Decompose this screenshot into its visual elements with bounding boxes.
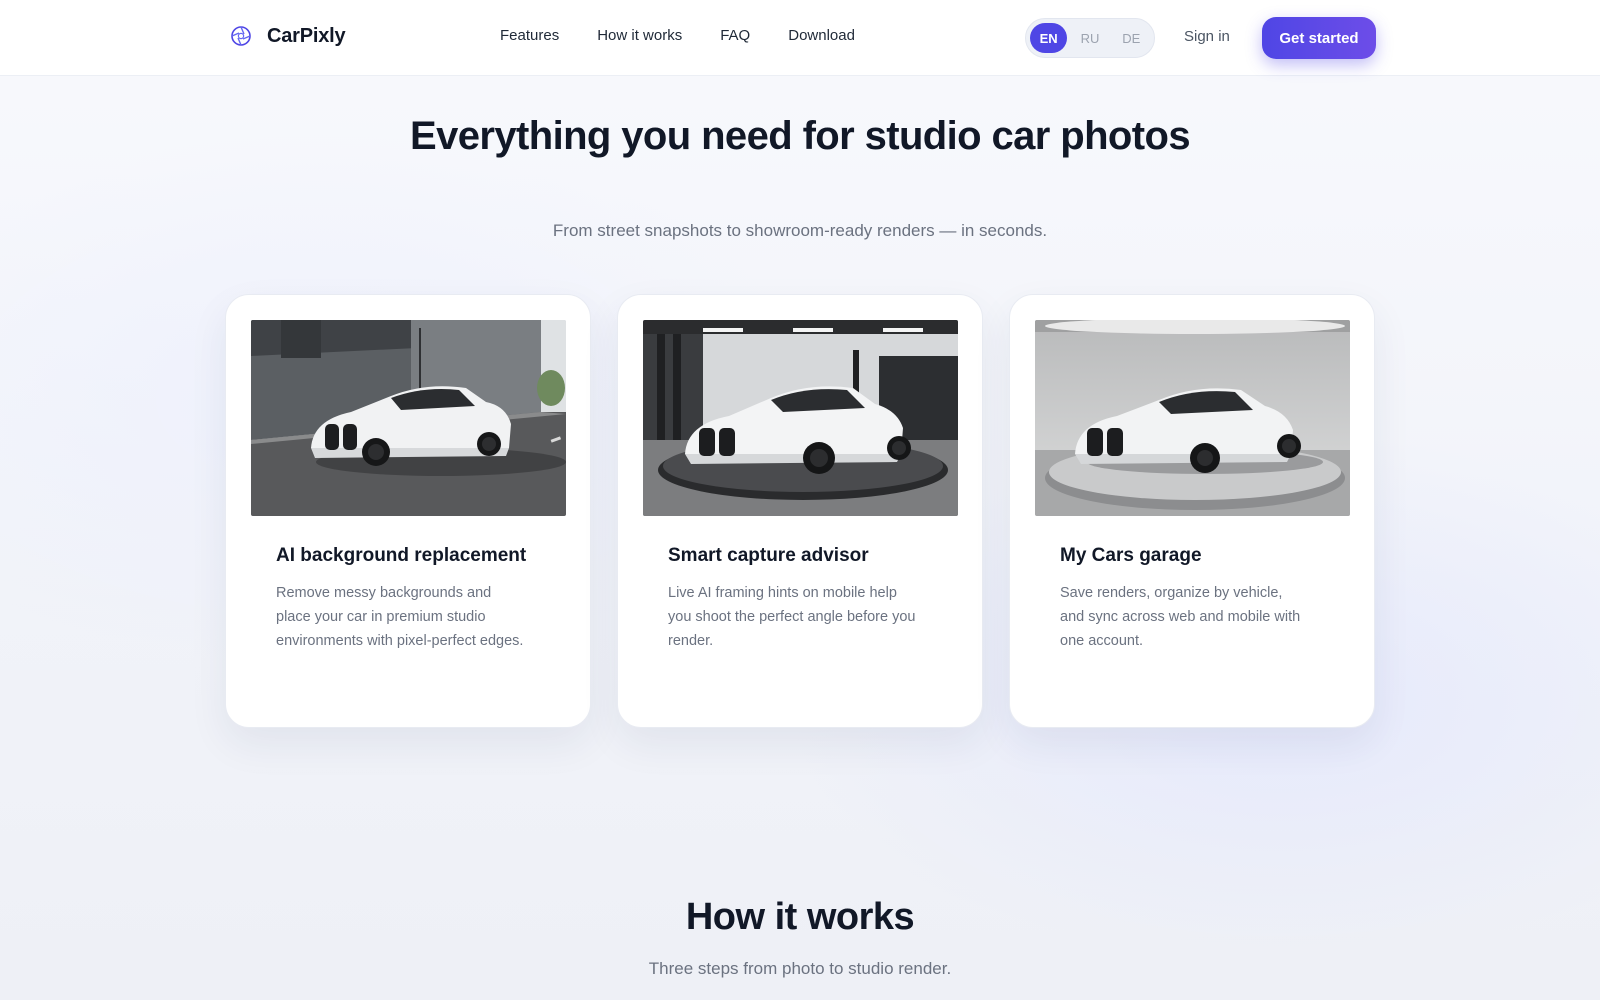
feature-description: Live AI framing hints on mobile help you… bbox=[668, 585, 916, 649]
nav-how-it-works[interactable]: How it works bbox=[597, 27, 682, 44]
nav-faq[interactable]: FAQ bbox=[720, 27, 750, 44]
white-coupe-street-photo bbox=[251, 320, 566, 516]
brand-name: CarPixly bbox=[267, 24, 346, 47]
feature-title: Smart capture advisor bbox=[668, 545, 869, 566]
features-section-title: Everything you need for studio car photo… bbox=[410, 114, 1191, 158]
white-coupe-studio-render-photo bbox=[1035, 320, 1350, 516]
sign-in-link[interactable]: Sign in bbox=[1184, 28, 1230, 45]
feature-title: My Cars garage bbox=[1060, 545, 1202, 566]
nav-download[interactable]: Download bbox=[788, 27, 855, 44]
feature-title: AI background replacement bbox=[276, 545, 527, 566]
nav-features[interactable]: Features bbox=[500, 27, 559, 44]
white-coupe-garage-turntable-photo bbox=[643, 320, 958, 516]
brand-logo[interactable]: CarPixly bbox=[229, 24, 346, 48]
language-en-button[interactable]: EN bbox=[1030, 23, 1068, 53]
feature-card-background-replacement: AI background replacement Remove messy b… bbox=[225, 294, 591, 728]
language-switcher: EN RU DE bbox=[1025, 18, 1155, 58]
feature-card-my-cars-garage: My Cars garage Save renders, organize by… bbox=[1009, 294, 1375, 728]
feature-description: Save renders, organize by vehicle, and s… bbox=[1060, 585, 1301, 649]
get-started-button[interactable]: Get started bbox=[1262, 17, 1376, 59]
aperture-logo-icon bbox=[231, 26, 251, 46]
features-section-subtitle: From street snapshots to showroom-ready … bbox=[552, 221, 1048, 240]
feature-card-capture-advisor: Smart capture advisor Live AI framing hi… bbox=[617, 294, 983, 728]
feature-description: Remove messy backgrounds and place your … bbox=[276, 585, 524, 649]
site-header: CarPixly Features How it works FAQ Downl… bbox=[0, 0, 1600, 76]
language-de-button[interactable]: DE bbox=[1113, 23, 1150, 53]
how-it-works-title: How it works bbox=[685, 896, 915, 938]
main-nav: Features How it works FAQ Download bbox=[500, 27, 855, 44]
how-it-works-subtitle: Three steps from photo to studio render. bbox=[648, 959, 952, 978]
language-ru-button[interactable]: RU bbox=[1071, 23, 1108, 53]
